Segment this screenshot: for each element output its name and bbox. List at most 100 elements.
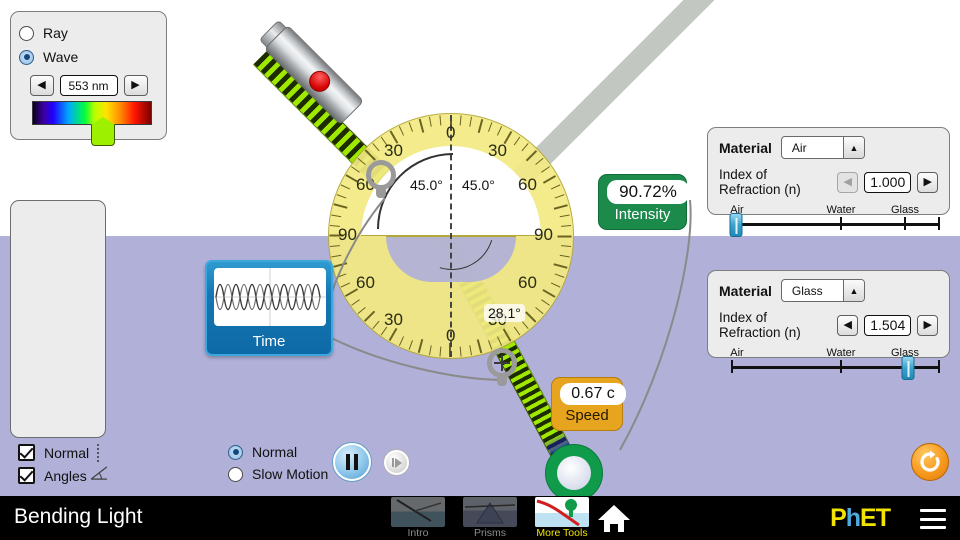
- speed-slow-radio[interactable]: [228, 466, 243, 482]
- index-increment-button-bottom[interactable]: ▶: [917, 314, 939, 336]
- hamburger-icon-bar-2: [920, 517, 946, 521]
- wavelength-value[interactable]: 553 nm: [59, 75, 118, 96]
- index-value-top[interactable]: 1.000: [864, 171, 912, 193]
- slider-tick-end-bottom: [938, 360, 940, 373]
- reset-icon: [920, 450, 940, 472]
- reset-all-button[interactable]: [911, 443, 949, 481]
- slider-tick-water-top: [840, 217, 842, 230]
- material-panel-top: Material Air ▲ Index of Refraction (n) ◀…: [707, 127, 950, 237]
- right-triangle-icon: ▶: [923, 175, 932, 188]
- logo-et: ET: [860, 504, 891, 532]
- pause-icon: [346, 454, 358, 470]
- index-slider-bottom[interactable]: Air Water Glass: [719, 347, 940, 380]
- material-select-top[interactable]: Air ▲: [780, 136, 865, 159]
- step-forward-button[interactable]: [384, 450, 409, 475]
- angles-checkbox-row[interactable]: Angles: [18, 467, 87, 484]
- tab-intro[interactable]: Intro: [390, 496, 446, 539]
- index-value-bottom[interactable]: 1.504: [864, 314, 912, 336]
- speed-normal-label: Normal: [252, 444, 298, 460]
- slider-tick-air-bottom: [731, 360, 733, 373]
- index-label-bottom: Index of Refraction (n): [719, 310, 801, 340]
- ray-radio-button[interactable]: [19, 25, 34, 41]
- intensity-caption: Intensity: [614, 206, 671, 223]
- wave-label: Wave: [43, 49, 79, 65]
- wave-sensor-chart[interactable]: Time: [205, 260, 333, 356]
- speed-slow-row[interactable]: Slow Motion: [228, 466, 328, 482]
- protractor-label-30-tl: 30: [384, 141, 403, 160]
- wave-radio-button[interactable]: [19, 49, 34, 65]
- tab-prisms-label: Prisms: [473, 527, 507, 539]
- slider-tick-label-glass-top: Glass: [890, 204, 920, 216]
- probe-stem: [497, 374, 507, 386]
- speed-normal-radio[interactable]: [228, 444, 243, 460]
- speed-slow-label: Slow Motion: [252, 466, 329, 482]
- intensity-sensor[interactable]: [545, 444, 603, 502]
- waveform-plot: [214, 268, 326, 326]
- tab-more-tools[interactable]: More Tools: [534, 496, 590, 539]
- index-slider-thumb-bottom[interactable]: [901, 356, 915, 380]
- angle-icon: [90, 466, 108, 480]
- speed-normal-row[interactable]: Normal: [228, 444, 297, 460]
- normal-line-icon: [97, 444, 99, 462]
- index-slider-thumb-top[interactable]: [729, 213, 743, 237]
- menu-button[interactable]: [920, 509, 946, 529]
- wave-sensor-probe-bottom[interactable]: [487, 348, 517, 386]
- light-type-panel: Ray Wave ◀ 553 nm ▶: [10, 11, 167, 146]
- tab-more-tools-label: More Tools: [536, 527, 588, 539]
- right-triangle-icon: ▶: [923, 318, 932, 331]
- slider-track: [731, 223, 939, 226]
- index-decrement-button-top[interactable]: ◀: [837, 171, 859, 193]
- slider-tick-water-bottom: [840, 360, 842, 373]
- material-select-value-top: Air: [791, 140, 807, 155]
- hamburger-icon-bar-1: [920, 509, 946, 512]
- tab-more-tools-thumbnail: [535, 497, 589, 527]
- normal-checkbox[interactable]: [18, 444, 35, 461]
- hamburger-icon-bar-3: [920, 526, 946, 529]
- control-strip-background: [0, 430, 960, 496]
- screen-tabs: Intro Prisms More Tools: [390, 496, 590, 539]
- index-slider-top[interactable]: Air Water Glass: [719, 204, 940, 237]
- normal-checkbox-row[interactable]: Normal: [18, 444, 89, 461]
- phet-logo[interactable]: PhET: [830, 504, 891, 533]
- tab-intro-thumbnail: [391, 497, 445, 527]
- radio-wave[interactable]: Wave: [19, 45, 166, 69]
- simulation-root: 30 0 30 60 60 90 90 60 60 30 0 30 45.0° …: [0, 0, 960, 540]
- intensity-value: 90.72%: [607, 180, 689, 204]
- protractor-label-30-tr: 30: [488, 141, 507, 160]
- tab-intro-label: Intro: [407, 527, 429, 539]
- index-increment-button-top[interactable]: ▶: [917, 171, 939, 193]
- pause-button[interactable]: [333, 443, 371, 481]
- probe-crosshair-v: [501, 355, 503, 371]
- home-icon: [598, 505, 630, 532]
- index-row-top: Index of Refraction (n) ◀ 1.000 ▶: [719, 167, 939, 197]
- material-label-top: Material: [719, 139, 772, 156]
- slider-tick-label-water-bottom: Water: [826, 347, 856, 359]
- wavelength-decrement-button[interactable]: ◀: [29, 75, 54, 96]
- index-row-bottom: Index of Refraction (n) ◀ 1.504 ▶: [719, 310, 939, 340]
- slider-tick-label-water-top: Water: [826, 204, 856, 216]
- home-button[interactable]: [595, 500, 633, 536]
- right-triangle-icon: ▶: [131, 79, 140, 91]
- step-forward-icon: [391, 457, 402, 468]
- wave-sensor-probe-top[interactable]: [366, 160, 396, 198]
- radio-ray[interactable]: Ray: [19, 21, 166, 45]
- material-row-bottom: Material Glass ▲: [719, 279, 938, 302]
- wave-sensor-screen: [214, 268, 326, 326]
- probe-stem: [376, 186, 386, 198]
- left-triangle-icon: ◀: [843, 318, 852, 331]
- wavelength-increment-button[interactable]: ▶: [123, 75, 148, 96]
- tab-prisms[interactable]: Prisms: [462, 496, 518, 539]
- material-select-bottom[interactable]: Glass ▲: [780, 279, 865, 302]
- tab-prisms-thumbnail: [463, 497, 517, 527]
- material-row-top: Material Air ▲: [719, 136, 938, 159]
- protractor-label-0-top: 0: [446, 123, 456, 142]
- index-decrement-button-bottom[interactable]: ◀: [837, 314, 859, 336]
- slider-tick-glass-top: [904, 217, 906, 230]
- wavelength-slider-thumb[interactable]: [91, 117, 115, 146]
- navigation-bar: Bending Light Intro Prisms More Tools Ph…: [0, 496, 960, 540]
- speed-readout: 0.67 c Speed: [551, 377, 626, 431]
- tool-box[interactable]: [10, 200, 106, 438]
- angles-checkbox[interactable]: [18, 467, 35, 484]
- material-panel-bottom: Material Glass ▲ Index of Refraction (n)…: [707, 270, 950, 380]
- wavelength-spinner: ◀ 553 nm ▶: [11, 75, 166, 96]
